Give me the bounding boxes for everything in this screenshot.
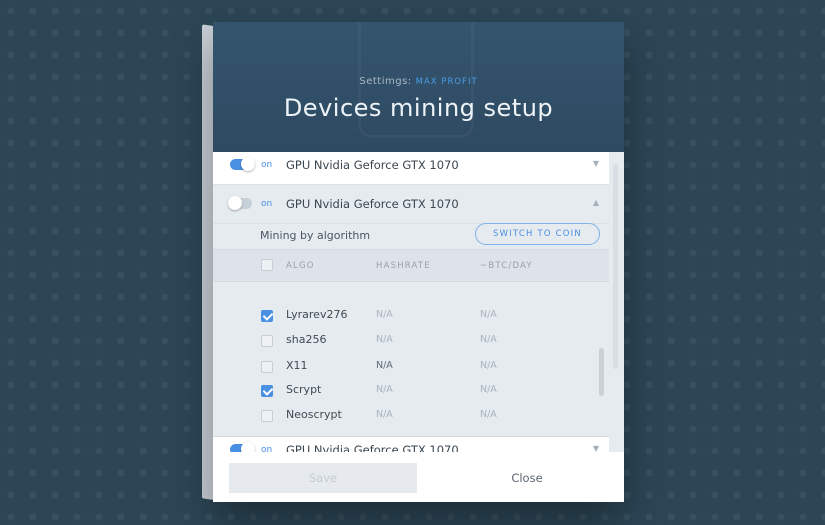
device-toggle[interactable] xyxy=(230,442,255,452)
algo-row[interactable]: sha256 N/A N/A xyxy=(213,330,609,355)
column-header-algo: ALGO xyxy=(286,261,315,271)
column-header-btc-day: ~BTC/DAY xyxy=(480,261,533,271)
switch-to-coin-button[interactable]: SWITCH TO COIN xyxy=(475,223,600,245)
settings-subtitle: Settimgs: MAX PROFIT xyxy=(213,76,624,87)
close-button[interactable]: Close xyxy=(433,463,621,493)
algo-row[interactable]: Neoscrypt N/A N/A xyxy=(213,405,609,430)
algo-name: Neoscrypt xyxy=(286,408,342,421)
device-row-expanded[interactable]: on GPU Nvidia Geforce GTX 1070 ▲ xyxy=(213,191,609,224)
device-row[interactable]: on GPU Nvidia Geforce GTX 1070 ▼ xyxy=(213,436,609,452)
device-toggle[interactable] xyxy=(230,157,255,171)
devices-list: on GPU Nvidia Geforce GTX 1070 ▼ on GPU … xyxy=(213,152,624,452)
algo-checkbox[interactable] xyxy=(261,310,273,322)
device-name: GPU Nvidia Geforce GTX 1070 xyxy=(286,197,459,211)
algo-hashrate: N/A xyxy=(376,360,393,371)
toggle-status: on xyxy=(261,445,273,452)
algo-checkbox[interactable] xyxy=(261,335,273,347)
algo-checkbox[interactable] xyxy=(261,361,273,373)
algo-hashrate: N/A xyxy=(376,334,393,345)
device-row[interactable]: on GPU Nvidia Geforce GTX 1070 ▼ xyxy=(213,152,609,185)
algo-checkbox[interactable] xyxy=(261,385,273,397)
algo-row[interactable]: X11 N/A N/A xyxy=(213,355,609,380)
toggle-knob xyxy=(228,196,242,210)
algo-row[interactable]: Scrypt N/A N/A xyxy=(213,380,609,405)
algo-hashrate: N/A xyxy=(376,309,393,320)
algo-btc-day: N/A xyxy=(480,334,497,345)
chevron-down-icon[interactable]: ▼ xyxy=(593,444,599,452)
algo-btc-day: N/A xyxy=(480,409,497,420)
chevron-up-icon[interactable]: ▲ xyxy=(593,198,599,207)
settings-label: Settimgs: xyxy=(359,76,412,87)
algo-btc-day: N/A xyxy=(480,384,497,395)
toggle-status: on xyxy=(261,160,273,170)
algo-name: Lyrarev276 xyxy=(286,308,348,321)
save-button[interactable]: Save xyxy=(229,463,417,493)
page-title: Devices mining setup xyxy=(283,94,554,122)
algo-name: Scrypt xyxy=(286,383,322,396)
mining-mode-label: Mining by algorithm xyxy=(260,229,371,242)
algo-btc-day: N/A xyxy=(480,309,497,320)
device-name: GPU Nvidia Geforce GTX 1070 xyxy=(286,443,459,452)
toggle-status: on xyxy=(261,199,273,209)
modal-header: Settimgs: MAX PROFIT Devices mining setup xyxy=(213,22,624,152)
select-all-checkbox[interactable] xyxy=(261,259,273,271)
chevron-down-icon[interactable]: ▼ xyxy=(593,159,599,168)
algo-name: sha256 xyxy=(286,333,327,346)
devices-modal: Settimgs: MAX PROFIT Devices mining setup… xyxy=(213,22,624,502)
device-name: GPU Nvidia Geforce GTX 1070 xyxy=(286,158,459,172)
algo-hashrate: N/A xyxy=(376,384,393,395)
device-toggle[interactable] xyxy=(228,196,252,210)
algo-row[interactable]: Lyrarev276 N/A N/A xyxy=(213,305,609,330)
devices-list-scrollbar[interactable] xyxy=(613,164,618,369)
algo-checkbox[interactable] xyxy=(261,410,273,422)
column-header-hashrate: HASHRATE xyxy=(376,261,431,271)
algo-name: X11 xyxy=(286,359,308,372)
toggle-knob xyxy=(241,157,255,171)
algo-btc-day: N/A xyxy=(480,360,497,371)
algo-table-header: ALGO HASHRATE ~BTC/DAY xyxy=(213,249,609,282)
algo-hashrate: N/A xyxy=(376,409,393,420)
settings-value-link[interactable]: MAX PROFIT xyxy=(416,77,478,87)
modal-footer: Save Close xyxy=(213,452,624,502)
toggle-knob xyxy=(241,442,255,452)
algo-list-scrollbar[interactable] xyxy=(599,348,604,396)
